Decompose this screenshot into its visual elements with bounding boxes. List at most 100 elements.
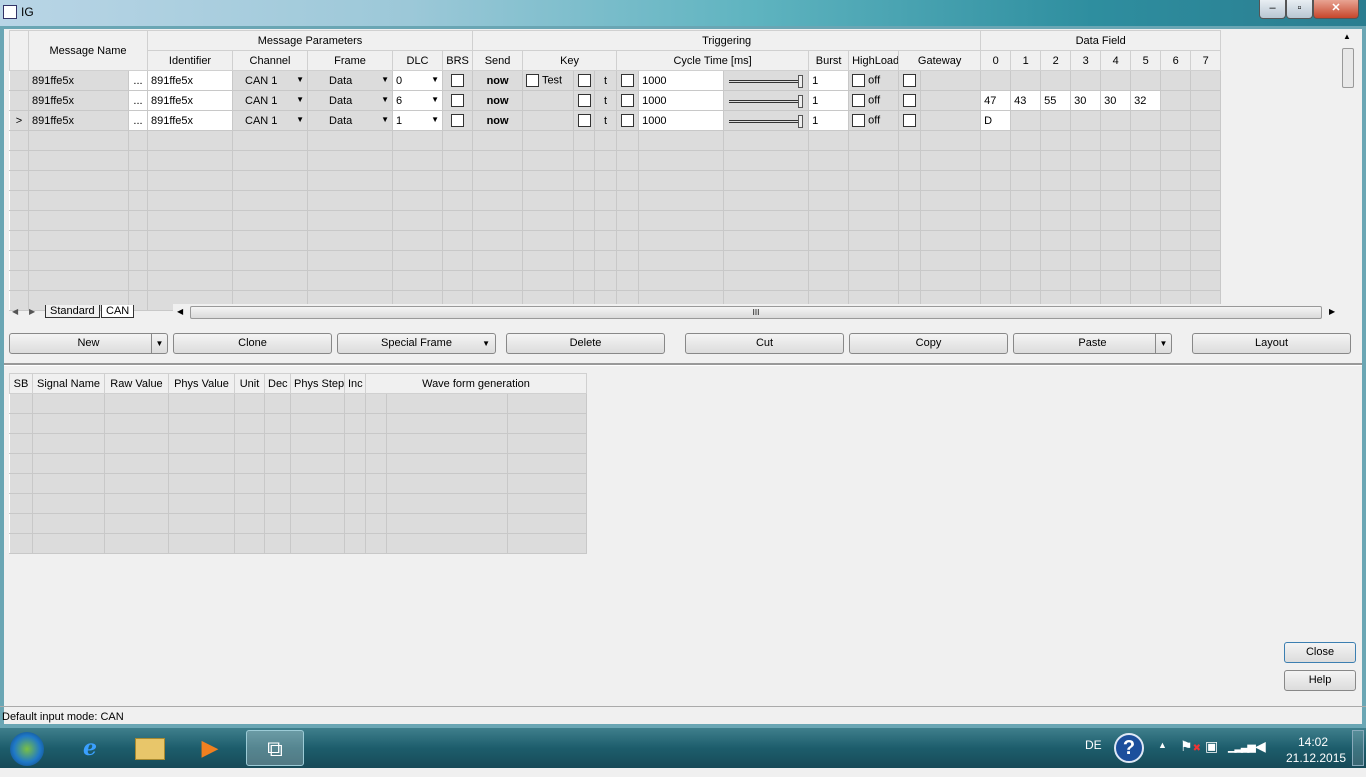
empty-cell[interactable] <box>392 130 444 151</box>
empty-cell[interactable] <box>1160 270 1192 291</box>
empty-cell[interactable] <box>442 130 474 151</box>
empty-cell[interactable] <box>920 230 982 251</box>
empty-cell[interactable] <box>980 230 1012 251</box>
empty-cell[interactable] <box>506 513 588 534</box>
empty-cell[interactable] <box>1190 270 1222 291</box>
empty-cell[interactable] <box>848 230 900 251</box>
empty-cell[interactable] <box>898 130 922 151</box>
empty-cell[interactable] <box>1010 210 1042 231</box>
message-name-cell[interactable]: 891ffe5x <box>28 70 129 91</box>
empty-cell[interactable] <box>28 270 129 291</box>
empty-cell[interactable] <box>573 250 596 271</box>
cycle-checkbox[interactable] <box>616 70 640 91</box>
checkbox[interactable] <box>903 94 917 107</box>
empty-cell[interactable] <box>594 150 618 171</box>
empty-cell[interactable] <box>1160 250 1192 271</box>
data-byte-7[interactable] <box>1190 90 1222 111</box>
empty-cell[interactable] <box>32 473 105 494</box>
empty-cell[interactable] <box>147 190 234 211</box>
hscroll-thumb[interactable]: III <box>190 306 1322 319</box>
table-row[interactable]: 891ffe5x... 891ffe5x CAN 1 ▼ Data ▼ 6 ▼ now t 1000… <box>9 90 1222 111</box>
header-identifier[interactable]: Identifier <box>147 50 234 71</box>
checkbox[interactable] <box>621 74 635 87</box>
empty-cell[interactable] <box>392 230 444 251</box>
empty-cell[interactable] <box>808 170 850 191</box>
volume-icon[interactable]: ◀ <box>1255 738 1266 755</box>
signal-header-unit[interactable]: Unit <box>234 373 265 394</box>
empty-cell[interactable] <box>392 170 444 191</box>
signal-header-raw-value[interactable]: Raw Value <box>104 373 169 394</box>
gateway-checkbox[interactable] <box>898 90 922 111</box>
empty-cell[interactable] <box>168 533 235 554</box>
signal-row[interactable] <box>9 393 588 414</box>
signal-row[interactable] <box>9 513 588 534</box>
empty-cell[interactable] <box>127 250 149 271</box>
cycle-checkbox[interactable] <box>616 110 640 131</box>
header-data-byte-4[interactable]: 4 <box>1100 50 1132 71</box>
empty-cell[interactable] <box>920 170 982 191</box>
empty-cell[interactable] <box>573 150 596 171</box>
cycle-time-input[interactable]: 1000 <box>638 70 725 91</box>
empty-cell[interactable] <box>344 453 366 474</box>
empty-cell[interactable] <box>1160 230 1192 251</box>
empty-cell[interactable] <box>232 150 309 171</box>
signal-row[interactable] <box>9 473 588 494</box>
empty-cell[interactable] <box>344 513 366 534</box>
ellipsis-button[interactable]: ... <box>127 70 149 91</box>
tab-scroll-right-icon[interactable]: ▶ <box>29 307 35 316</box>
table-row[interactable]: 891ffe5x... 891ffe5x CAN 1 ▼ Data ▼ 0 ▼ now Test… <box>9 70 1222 91</box>
empty-cell[interactable] <box>290 413 345 434</box>
checkbox[interactable] <box>451 94 465 107</box>
checkbox[interactable] <box>577 114 591 127</box>
data-byte-1[interactable] <box>1010 110 1042 131</box>
table-row[interactable] <box>9 230 1222 251</box>
close-button[interactable]: Close <box>1284 642 1356 663</box>
empty-cell[interactable] <box>898 210 922 231</box>
empty-cell[interactable] <box>522 130 575 151</box>
empty-cell[interactable] <box>920 190 982 211</box>
table-row[interactable] <box>9 130 1222 151</box>
empty-cell[interactable] <box>848 210 900 231</box>
clone-button[interactable]: Clone <box>173 333 332 354</box>
empty-cell[interactable] <box>104 533 169 554</box>
signal-row[interactable] <box>9 433 588 454</box>
dlc-select[interactable]: 0 ▼ <box>392 70 444 91</box>
empty-cell[interactable] <box>1100 150 1132 171</box>
empty-cell[interactable] <box>365 433 387 454</box>
signal-row[interactable] <box>9 453 588 474</box>
checkbox[interactable] <box>852 114 866 127</box>
empty-cell[interactable] <box>264 393 291 414</box>
empty-cell[interactable] <box>1190 130 1222 151</box>
empty-cell[interactable] <box>9 493 33 514</box>
brs-checkbox[interactable] <box>442 70 474 91</box>
empty-cell[interactable] <box>147 150 234 171</box>
empty-cell[interactable] <box>147 130 234 151</box>
checkbox[interactable] <box>451 74 465 87</box>
empty-cell[interactable] <box>506 413 588 434</box>
empty-cell[interactable] <box>1010 250 1042 271</box>
key-checkbox[interactable] <box>573 110 596 131</box>
empty-cell[interactable] <box>307 150 394 171</box>
checkbox[interactable] <box>621 114 635 127</box>
identifier-input[interactable]: 891ffe5x <box>147 90 234 111</box>
empty-cell[interactable] <box>392 250 444 271</box>
cycle-time-slider[interactable] <box>723 70 810 91</box>
data-byte-6[interactable] <box>1160 110 1192 131</box>
empty-cell[interactable] <box>9 210 29 231</box>
key-t-cell[interactable]: t <box>594 110 618 131</box>
empty-cell[interactable] <box>307 210 394 231</box>
gateway-cell[interactable] <box>920 110 982 131</box>
empty-cell[interactable] <box>898 150 922 171</box>
empty-cell[interactable] <box>32 513 105 534</box>
send-now-button[interactable]: now <box>472 90 524 111</box>
empty-cell[interactable] <box>920 210 982 231</box>
empty-cell[interactable] <box>307 230 394 251</box>
ellipsis-button[interactable]: ... <box>127 110 149 131</box>
row-marker[interactable]: > <box>9 110 29 131</box>
empty-cell[interactable] <box>104 393 169 414</box>
empty-cell[interactable] <box>1130 270 1162 291</box>
empty-cell[interactable] <box>9 130 29 151</box>
cycle-time-slider[interactable] <box>723 90 810 111</box>
empty-cell[interactable] <box>898 170 922 191</box>
empty-cell[interactable] <box>1070 130 1102 151</box>
